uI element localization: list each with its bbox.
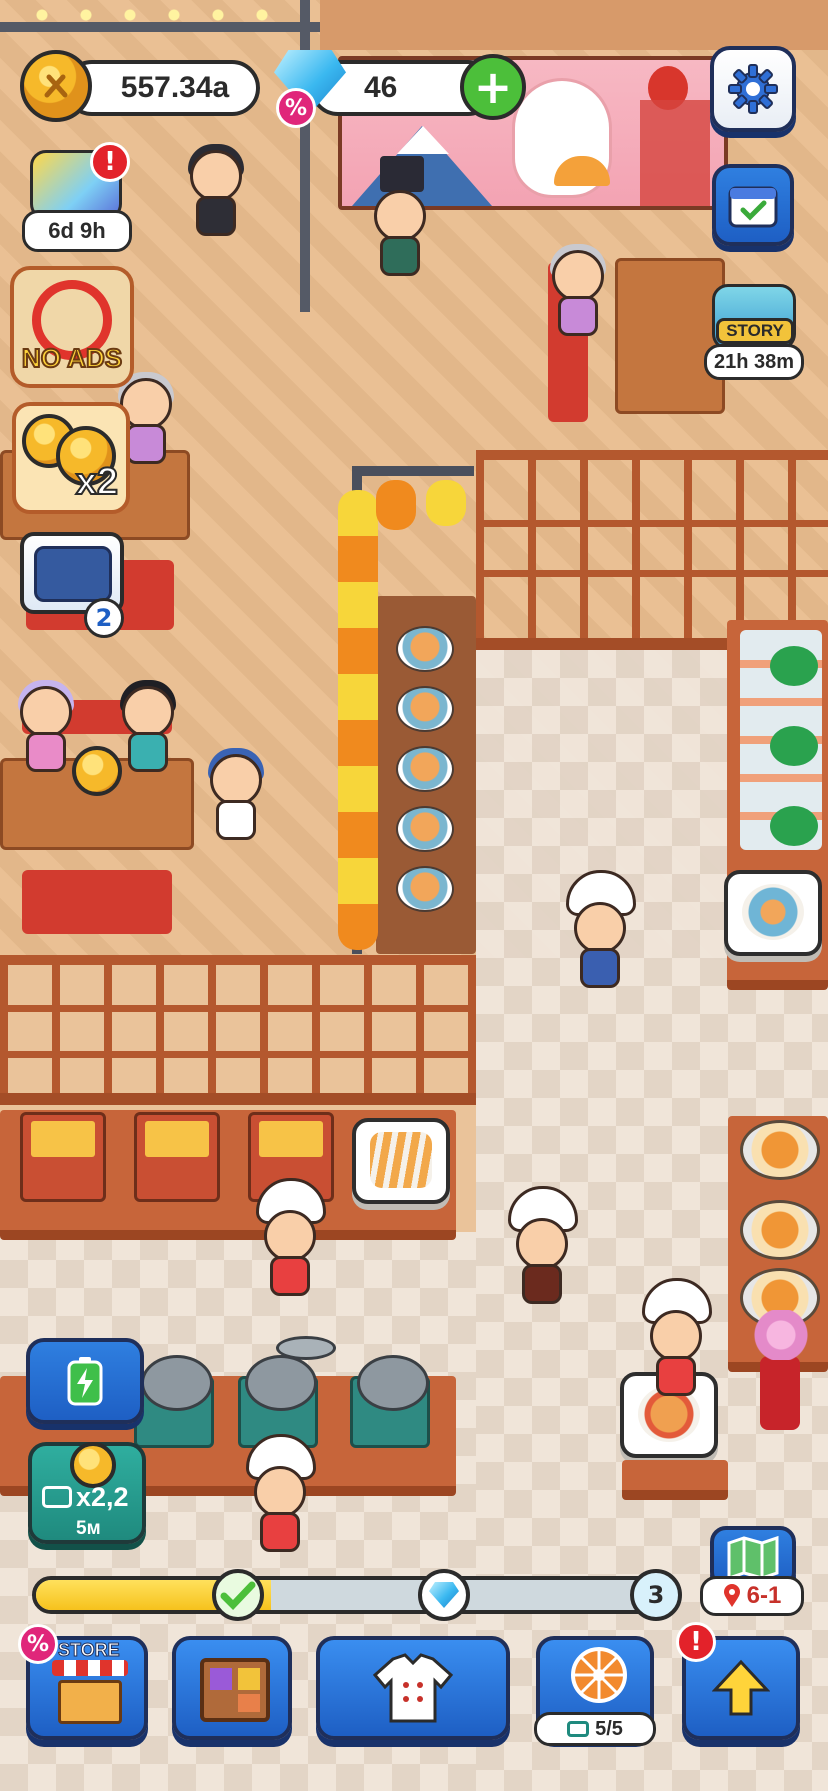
coin-balance-value: 557.34a: [120, 71, 230, 104]
milestone-gem-reward[interactable]: [418, 1569, 470, 1621]
map-icon: [727, 1535, 779, 1579]
daily-calendar-button[interactable]: [712, 164, 794, 246]
level-indicator[interactable]: 6-1: [700, 1576, 804, 1616]
level-value: 6-1: [746, 1582, 782, 1609]
pot-lid: [276, 1336, 336, 1360]
store-label: STORE: [58, 1640, 121, 1661]
income-boost-multiplier: x2,2: [76, 1482, 129, 1512]
fryer-station: [134, 1112, 220, 1202]
story-timer-value: 21h 38m: [713, 350, 795, 373]
frying-pan: [740, 1200, 820, 1260]
energy-boost-button[interactable]: [26, 1338, 144, 1424]
store-stall-icon: [52, 1660, 128, 1676]
back-wall: [320, 0, 828, 50]
paper-lanterns: [338, 490, 378, 950]
kitchen-fence: [0, 955, 476, 1105]
income-boost-button[interactable]: x2,2 5м: [28, 1442, 146, 1544]
fryer-station: [20, 1112, 106, 1202]
cherry-blossom: [748, 1310, 814, 1360]
cabinet-icon: [200, 1658, 270, 1722]
gem-balance-value: 46: [364, 71, 398, 104]
up-arrow-icon: [712, 1659, 770, 1716]
window-frame: [352, 466, 474, 476]
wheel-spins-value: 5/5: [595, 1717, 623, 1740]
checkmark-icon: [220, 1581, 256, 1610]
gem-sale-badge[interactable]: %: [276, 88, 316, 128]
lucky-wheel-icon: [571, 1647, 627, 1703]
chef-jacket-icon: [373, 1653, 453, 1723]
story-label: STORY: [716, 318, 794, 344]
add-gems-button[interactable]: +: [460, 54, 526, 120]
tip-coin[interactable]: [72, 746, 122, 796]
dish-stand: [622, 1460, 728, 1500]
settings-button[interactable]: [710, 46, 796, 132]
string-lights: [20, 8, 310, 22]
location-pin-icon: [723, 1584, 740, 1607]
video-ad-icon: [42, 1486, 72, 1508]
story-timer: 21h 38m: [704, 344, 804, 380]
ready-dish: [396, 686, 454, 732]
frying-pan: [740, 1120, 820, 1180]
double-coins-button[interactable]: x2: [12, 402, 130, 514]
ready-dish: [396, 626, 454, 672]
milestone-final-count: 3: [647, 1581, 665, 1609]
paper-lantern: [426, 480, 466, 526]
event-alert-badge: !: [90, 142, 130, 182]
dining-table: [615, 258, 725, 414]
staff-upgrade-button[interactable]: [316, 1636, 510, 1740]
teapot: [770, 646, 818, 686]
store-sale-badge: %: [18, 1624, 58, 1664]
double-coins-label: x2: [75, 460, 119, 504]
event-timer-value: 6d 9h: [48, 218, 106, 243]
gear-icon: [728, 64, 778, 114]
skewer-dish-ready: [352, 1118, 450, 1204]
video-ad-icon: [567, 1721, 590, 1737]
chest-count-badge: 2: [84, 598, 124, 638]
teapot: [770, 726, 818, 766]
diamond-icon: [429, 1582, 459, 1608]
no-ads-button[interactable]: NO ADS: [10, 266, 134, 388]
income-boost-duration: 5м: [76, 1518, 101, 1539]
chest-icon: [34, 546, 112, 602]
shelf-beam: [0, 22, 320, 32]
upgrade-alert-badge: !: [676, 1622, 716, 1662]
shelf-post: [300, 0, 310, 312]
coin-spoon-fork-icon: [20, 50, 92, 122]
cooking-pot: [134, 1355, 214, 1448]
flower-vase: [760, 1356, 800, 1430]
ready-dish: [396, 746, 454, 792]
milestone-final-reward[interactable]: 3: [630, 1569, 682, 1621]
no-ads-label: NO ADS: [21, 342, 123, 374]
calendar-check-icon: [728, 186, 778, 228]
milestone-complete: [212, 1569, 264, 1621]
teapot: [770, 806, 818, 846]
event-timer: 6d 9h: [22, 210, 132, 252]
paper-lantern: [376, 480, 416, 530]
ready-dish: [396, 866, 454, 912]
wheel-spins: 5/5: [534, 1712, 656, 1746]
store-stall-icon: [58, 1680, 122, 1724]
cooking-pot: [350, 1355, 430, 1448]
tea-dish-ready: [724, 870, 822, 956]
coin-balance: 557.34a: [64, 60, 260, 116]
bench: [22, 870, 172, 934]
decor-button[interactable]: [172, 1636, 292, 1740]
ready-dish: [396, 806, 454, 852]
battery-bolt-icon: [67, 1357, 103, 1406]
level-progress-bar: [32, 1576, 674, 1614]
lucky-wheel-button[interactable]: 5/5: [534, 1636, 656, 1746]
